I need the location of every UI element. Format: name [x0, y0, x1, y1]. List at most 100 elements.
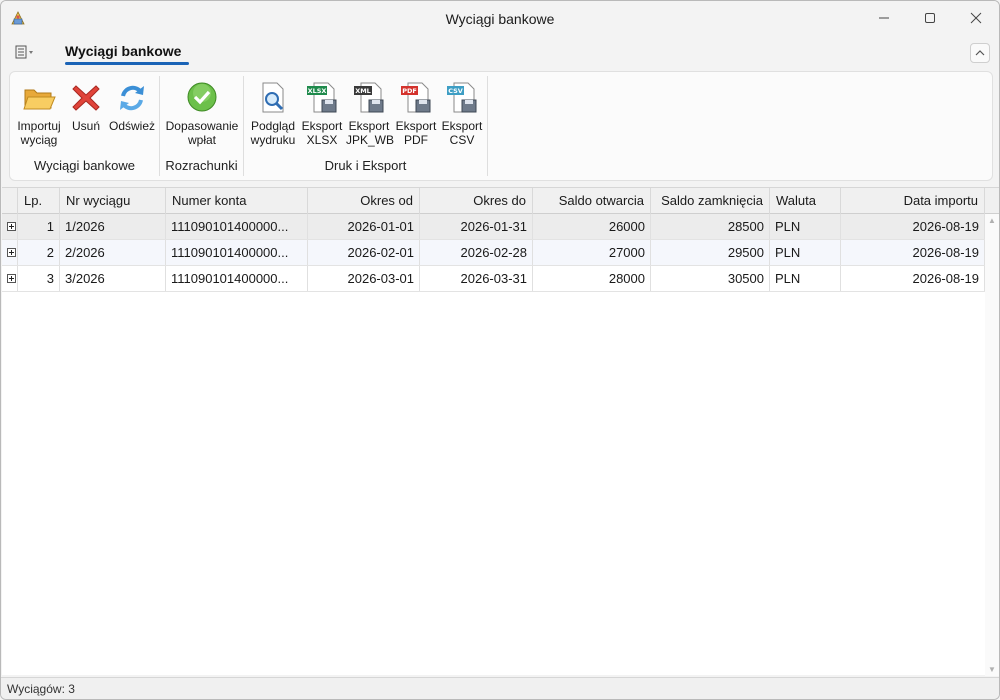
cell-data-importu: 2026-08-19 — [841, 240, 985, 265]
cell-okres-do: 2026-02-28 — [420, 240, 533, 265]
cell-saldo-zamkniecia: 28500 — [651, 214, 770, 239]
maximize-icon — [925, 13, 935, 23]
grid-header: Lp. Nr wyciągu Numer konta Okres od Okre… — [2, 188, 999, 214]
pdf-badge: PDF — [402, 87, 417, 95]
refresh-button[interactable]: Odśwież — [106, 81, 158, 133]
cell-numer-konta: 111090101400000... — [166, 266, 308, 291]
vertical-scrollbar[interactable]: ▲ ▼ — [985, 214, 999, 676]
export-jpk-wb-button[interactable]: XML Eksport JPK_WB — [346, 81, 395, 147]
jpk-label-line2: JPK_WB — [346, 133, 395, 147]
ribbon-tab-row: Wyciągi bankowe — [1, 37, 999, 67]
delete-button[interactable]: Usuń — [66, 81, 106, 133]
group-divider — [487, 76, 488, 176]
cell-data-importu: 2026-08-19 — [841, 266, 985, 291]
cell-saldo-otwarcia: 26000 — [533, 214, 651, 239]
csv-label-line2: CSV — [449, 133, 475, 147]
expand-row-icon[interactable] — [7, 248, 16, 257]
cell-okres-od: 2026-01-01 — [308, 214, 420, 239]
tab-wyciagi-bankowe[interactable]: Wyciągi bankowe — [65, 43, 181, 59]
column-header-saldo-zamkniecia[interactable]: Saldo zamknięcia — [651, 188, 770, 214]
match-payments-button[interactable]: Dopasowanie wpłat — [162, 81, 242, 147]
cell-okres-do: 2026-01-31 — [420, 214, 533, 239]
column-header-data-importu[interactable]: Data importu — [841, 188, 985, 214]
export-csv-button[interactable]: CSV Eksport CSV — [440, 81, 484, 147]
cell-nr-wyciagu: 1/2026 — [60, 214, 166, 239]
table-row[interactable]: 3 3/2026 111090101400000... 2026-03-01 2… — [2, 266, 985, 292]
expand-row-icon[interactable] — [7, 274, 16, 283]
active-tab-indicator — [65, 62, 189, 65]
table-row[interactable]: 2 2/2026 111090101400000... 2026-02-01 2… — [2, 240, 985, 266]
refresh-label: Odśwież — [108, 119, 155, 133]
close-icon — [970, 12, 982, 24]
expand-row-icon[interactable] — [7, 222, 16, 231]
xml-badge: XML — [355, 87, 371, 95]
ribbon-group-druk-eksport: Podgląd wydruku XLSX Eksport XLSX XML Ek… — [244, 75, 487, 179]
column-header-saldo-otwarcia[interactable]: Saldo otwarcia — [533, 188, 651, 214]
statement-count: Wyciągów: 3 — [7, 682, 75, 696]
cell-saldo-zamkniecia: 29500 — [651, 240, 770, 265]
title-bar: Wyciągi bankowe — [1, 1, 999, 37]
import-statement-button[interactable]: Importuj wyciąg — [14, 81, 64, 147]
cell-nr-wyciagu: 2/2026 — [60, 240, 166, 265]
application-menu-icon[interactable] — [15, 45, 37, 59]
check-circle-icon — [187, 82, 217, 112]
row-expander-cell — [2, 214, 18, 239]
statements-grid: Lp. Nr wyciągu Numer konta Okres od Okre… — [2, 187, 999, 676]
jpk-label-line1: Eksport — [348, 119, 390, 133]
delete-label: Usuń — [71, 119, 100, 133]
xlsx-label-line2: XLSX — [306, 133, 338, 147]
column-header-okres-od[interactable]: Okres od — [308, 188, 420, 214]
cell-saldo-otwarcia: 27000 — [533, 240, 651, 265]
folder-open-icon — [23, 89, 56, 110]
xlsx-label-line1: Eksport — [301, 119, 343, 133]
table-row[interactable]: 1 1/2026 111090101400000... 2026-01-01 2… — [2, 214, 985, 240]
export-pdf-button[interactable]: PDF Eksport PDF — [394, 81, 438, 147]
import-label-line1: Importuj — [17, 119, 61, 133]
app-window: Wyciągi bankowe Wyciągi bankowe Importuj… — [0, 0, 1000, 700]
csv-label-line1: Eksport — [441, 119, 483, 133]
collapse-ribbon-button[interactable] — [970, 43, 990, 63]
match-label-line1: Dopasowanie — [165, 119, 239, 133]
cell-lp: 3 — [18, 266, 60, 291]
minimize-icon — [879, 17, 889, 19]
export-xml-icon: XML — [354, 82, 384, 113]
column-header-okres-do[interactable]: Okres do — [420, 188, 533, 214]
cell-waluta: PLN — [770, 214, 841, 239]
minimize-button[interactable] — [861, 1, 907, 35]
cell-nr-wyciagu: 3/2026 — [60, 266, 166, 291]
ribbon-panel: Importuj wyciąg Usuń Odśwież Wyciągi ban… — [9, 71, 993, 181]
column-header-waluta[interactable]: Waluta — [770, 188, 841, 214]
group-label-wyciagi: Wyciągi bankowe — [33, 158, 136, 173]
cell-saldo-zamkniecia: 30500 — [651, 266, 770, 291]
ribbon-group-wyciagi: Importuj wyciąg Usuń Odśwież Wyciągi ban… — [10, 75, 159, 179]
expander-column-header — [2, 188, 18, 214]
cell-okres-od: 2026-03-01 — [308, 266, 420, 291]
cell-numer-konta: 111090101400000... — [166, 214, 308, 239]
column-header-nr-wyciagu[interactable]: Nr wyciągu — [60, 188, 166, 214]
cell-lp: 2 — [18, 240, 60, 265]
cell-lp: 1 — [18, 214, 60, 239]
window-title: Wyciągi bankowe — [445, 11, 555, 27]
cell-data-importu: 2026-08-19 — [841, 214, 985, 239]
xlsx-badge: XLSX — [308, 87, 327, 95]
ribbon-group-rozrachunki: Dopasowanie wpłat Rozrachunki — [160, 75, 243, 179]
status-bar: Wyciągów: 3 — [1, 677, 999, 699]
export-csv-icon: CSV — [447, 82, 477, 113]
export-pdf-icon: PDF — [401, 82, 431, 113]
refresh-icon — [120, 85, 144, 111]
column-header-lp[interactable]: Lp. — [18, 188, 60, 214]
cell-saldo-otwarcia: 28000 — [533, 266, 651, 291]
export-xlsx-icon: XLSX — [307, 82, 337, 113]
close-button[interactable] — [953, 1, 999, 35]
cell-okres-do: 2026-03-31 — [420, 266, 533, 291]
export-xlsx-button[interactable]: XLSX Eksport XLSX — [300, 81, 344, 147]
column-header-numer-konta[interactable]: Numer konta — [166, 188, 308, 214]
cell-waluta: PLN — [770, 266, 841, 291]
cell-okres-od: 2026-02-01 — [308, 240, 420, 265]
scroll-down-icon[interactable]: ▼ — [988, 665, 996, 674]
scroll-up-icon[interactable]: ▲ — [988, 216, 996, 225]
pdf-label-line1: Eksport — [395, 119, 437, 133]
print-preview-button[interactable]: Podgląd wydruku — [248, 81, 298, 147]
print-preview-icon — [262, 82, 284, 113]
maximize-button[interactable] — [907, 1, 953, 35]
